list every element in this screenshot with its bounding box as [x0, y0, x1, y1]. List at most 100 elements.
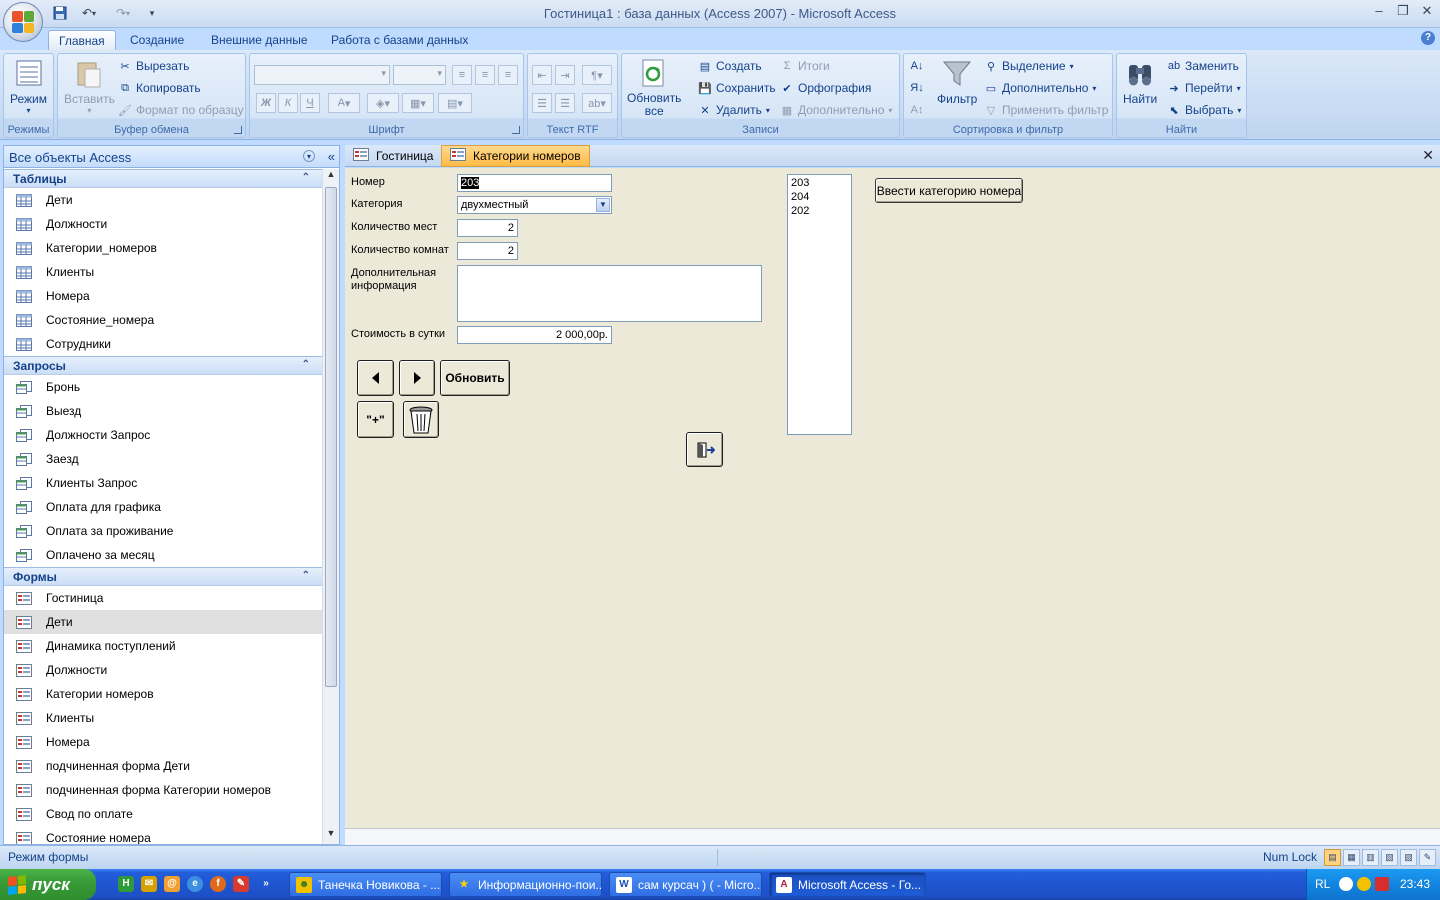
tab-database-tools[interactable]: Работа с базами данных	[321, 30, 478, 51]
gridlines-icon[interactable]: ▦▾	[402, 93, 434, 113]
dialog-launcher-icon[interactable]	[234, 126, 242, 134]
select-button[interactable]: ⬉ Выбрать ▾	[1167, 103, 1241, 117]
nav-group-header[interactable]: Запросы ⌃	[4, 356, 322, 375]
spelling-button[interactable]: ✔ Орфография	[780, 81, 871, 95]
design-view-icon[interactable]: ✎	[1419, 849, 1436, 866]
firefox-icon[interactable]: f	[210, 876, 226, 892]
tray-antivirus-icon[interactable]	[1375, 877, 1389, 891]
font-color-button[interactable]: A ▾	[328, 93, 360, 113]
nav-item-form[interactable]: Динамика поступлений	[4, 634, 322, 658]
close-icon[interactable]: ✕	[1422, 147, 1434, 164]
nav-item-table[interactable]: Сотрудники	[4, 332, 322, 356]
nav-item-form[interactable]: Дети	[4, 610, 322, 634]
at-icon[interactable]: @	[164, 876, 180, 892]
nav-item-form[interactable]: подчиненная форма Дети	[4, 754, 322, 778]
add-record-button[interactable]: "+"	[357, 401, 394, 438]
nav-item-form[interactable]: Свод по оплате	[4, 802, 322, 826]
datasheet-view-icon[interactable]: ▦	[1343, 849, 1360, 866]
form-view-icon[interactable]: ▤	[1324, 849, 1341, 866]
nav-pane-header[interactable]: Все объекты Access ▾ «	[4, 146, 339, 168]
layout-view-icon[interactable]: ▨	[1400, 849, 1417, 866]
collapse-group-icon[interactable]: ⌃	[302, 172, 310, 183]
nav-item-query[interactable]: Клиенты Запрос	[4, 471, 322, 495]
quick-launch-icon[interactable]: H	[118, 876, 134, 892]
office-button[interactable]	[3, 2, 43, 42]
collapse-group-icon[interactable]: ⌃	[302, 570, 310, 581]
pivot-table-view-icon[interactable]: ▥	[1362, 849, 1379, 866]
delete-record-form-button[interactable]	[403, 401, 439, 438]
cut-button[interactable]: ✂ Вырезать	[118, 59, 189, 73]
delete-record-button[interactable]: ✕ Удалить ▾	[698, 103, 769, 117]
scroll-up-icon[interactable]: ▲	[323, 169, 339, 185]
toggle-filter-button[interactable]: ▽ Применить фильтр	[984, 103, 1109, 117]
bullets-icon[interactable]: ☰	[555, 93, 575, 113]
find-button[interactable]: Найти	[1123, 58, 1157, 106]
format-painter-button[interactable]: 🖌 Формат по образцу	[118, 103, 244, 117]
previous-record-button[interactable]	[357, 360, 394, 396]
replace-button[interactable]: ab Заменить	[1167, 59, 1239, 73]
pivot-chart-view-icon[interactable]: ▧	[1381, 849, 1398, 866]
nav-item-table[interactable]: Клиенты	[4, 260, 322, 284]
rooms-field[interactable]: 2	[457, 242, 518, 260]
new-record-button[interactable]: ▤ Создать	[698, 59, 762, 73]
nav-item-query[interactable]: Оплата для графика	[4, 495, 322, 519]
tray-arrow-icon[interactable]	[1339, 877, 1353, 891]
collapse-pane-icon[interactable]: «	[328, 149, 335, 164]
increase-indent-icon[interactable]: ⇥	[555, 65, 575, 85]
list-item[interactable]: 203	[791, 176, 848, 190]
nav-item-form[interactable]: Номера	[4, 730, 322, 754]
refresh-all-button[interactable]: Обновить все	[627, 58, 681, 118]
minimize-button[interactable]: –	[1372, 3, 1386, 21]
nav-item-form[interactable]: Гостиница	[4, 586, 322, 610]
selection-button[interactable]: ⚲ Выделение ▾	[984, 59, 1074, 73]
numbering-icon[interactable]: ☰	[532, 93, 552, 113]
dialog-launcher-icon[interactable]	[512, 126, 520, 134]
tab-create[interactable]: Создание	[120, 30, 194, 51]
save-record-button[interactable]: 💾 Сохранить	[698, 81, 776, 95]
nav-item-form[interactable]: Клиенты	[4, 706, 322, 730]
copy-button[interactable]: ⧉ Копировать	[118, 81, 201, 95]
nav-item-table[interactable]: Категории_номеров	[4, 236, 322, 260]
nav-item-query[interactable]: Заезд	[4, 447, 322, 471]
align-left-icon[interactable]: ≡	[452, 65, 472, 85]
doc-tab-hotel[interactable]: Гостиница	[345, 145, 443, 167]
scroll-down-icon[interactable]: ▼	[323, 828, 339, 844]
nav-item-form[interactable]: Категории номеров	[4, 682, 322, 706]
nav-item-table[interactable]: Номера	[4, 284, 322, 308]
close-window-button[interactable]: ✕	[1420, 3, 1434, 21]
tab-external-data[interactable]: Внешние данные	[201, 30, 318, 51]
nav-group-header[interactable]: Таблицы ⌃	[4, 169, 322, 188]
taskbar-window-active[interactable]: A Microsoft Access - Го...	[769, 872, 926, 897]
clear-sort-icon[interactable]: A↕	[910, 103, 924, 117]
records-more-button[interactable]: ▦ Дополнительно ▾	[780, 103, 893, 117]
taskbar-window[interactable]: ★ Информационно-пои...	[449, 872, 602, 897]
chevron-down-icon[interactable]: ▾	[303, 150, 315, 162]
tab-home[interactable]: Главная	[48, 30, 116, 51]
totals-button[interactable]: Σ Итоги	[780, 59, 830, 73]
nav-item-table[interactable]: Состояние_номера	[4, 308, 322, 332]
nav-scrollbar[interactable]: ▲ ▼	[322, 169, 339, 844]
list-item[interactable]: 202	[791, 204, 848, 218]
align-right-icon[interactable]: ≡	[498, 65, 518, 85]
nav-item-form[interactable]: Состояние номера	[4, 826, 322, 844]
quick-launch-icon[interactable]: ✉	[141, 876, 157, 892]
nav-item-table[interactable]: Должности	[4, 212, 322, 236]
decrease-indent-icon[interactable]: ⇤	[532, 65, 552, 85]
paste-button[interactable]: Вставить ▾	[64, 58, 115, 115]
chevron-down-icon[interactable]: ▼	[596, 198, 610, 212]
nav-group-header[interactable]: Формы ⌃	[4, 567, 322, 586]
tray-chat-icon[interactable]	[1357, 877, 1371, 891]
sort-descending-icon[interactable]: Я↓	[910, 81, 924, 95]
next-record-button[interactable]	[399, 360, 435, 396]
nav-item-form[interactable]: подчиненная форма Категории номеров	[4, 778, 322, 802]
nav-item-query[interactable]: Выезд	[4, 399, 322, 423]
taskbar-window[interactable]: W сам курсач ) ( - Micro...	[609, 872, 762, 897]
nav-item-query[interactable]: Должности Запрос	[4, 423, 322, 447]
nav-item-query[interactable]: Оплачено за месяц	[4, 543, 322, 567]
view-button[interactable]: Режим ▾	[10, 58, 47, 115]
scroll-thumb[interactable]	[325, 187, 337, 687]
nav-item-table[interactable]: Дети	[4, 188, 322, 212]
extra-info-field[interactable]	[457, 265, 762, 322]
seats-field[interactable]: 2	[457, 219, 518, 237]
list-item[interactable]: 204	[791, 190, 848, 204]
